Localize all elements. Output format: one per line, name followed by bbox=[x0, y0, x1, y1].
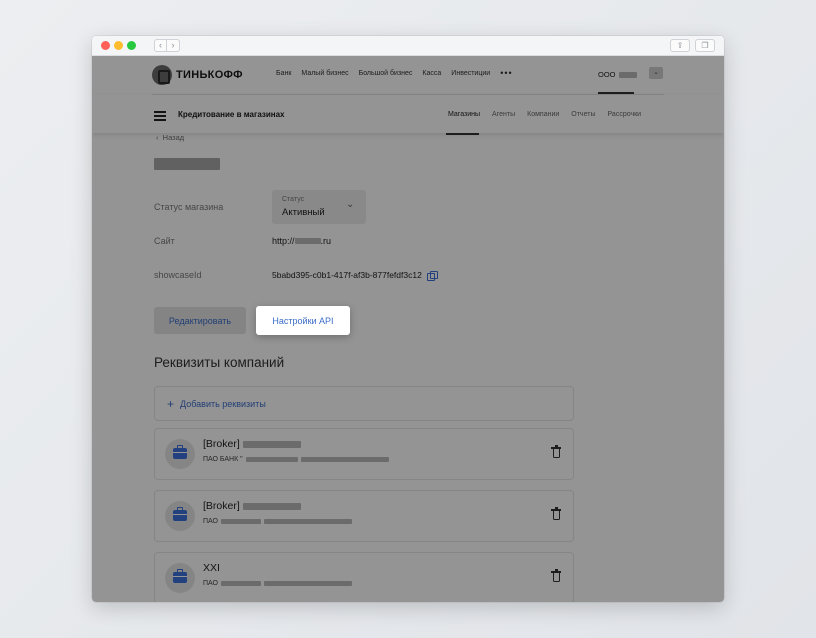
company-avatar bbox=[165, 563, 195, 593]
browser-window: ‹ › ⇪ ❐ ТИНЬКОФФ Банк Малый бизнес Больш… bbox=[92, 36, 724, 602]
company-account-redacted bbox=[264, 519, 352, 524]
web-page: ТИНЬКОФФ Банк Малый бизнес Большой бизне… bbox=[92, 56, 724, 602]
briefcase-icon bbox=[173, 445, 187, 459]
menu-item-big-business[interactable]: Большой бизнес bbox=[359, 70, 413, 78]
tab-companies[interactable]: Компании bbox=[527, 111, 559, 118]
browser-nav: ‹ › bbox=[154, 39, 180, 52]
add-requisites-button[interactable]: + Добавить реквизиты bbox=[154, 386, 574, 421]
browser-back-icon[interactable]: ‹ bbox=[154, 39, 167, 52]
menu-item-investments[interactable]: Инвестиции bbox=[451, 70, 490, 78]
menu-item-kassa[interactable]: Касса bbox=[422, 70, 441, 78]
add-requisites-label: Добавить реквизиты bbox=[180, 398, 266, 409]
main-menu: Банк Малый бизнес Большой бизнес Касса И… bbox=[276, 68, 523, 78]
subnav-tabs: Магазины Агенты Компании Отчеты Рассрочк… bbox=[448, 111, 653, 118]
briefcase-icon bbox=[173, 507, 187, 521]
status-select-label: Статус bbox=[282, 196, 305, 203]
company-card[interactable]: [Broker] ПАО bbox=[154, 490, 574, 542]
company-avatar bbox=[165, 501, 195, 531]
org-prefix: ООО bbox=[598, 70, 616, 79]
org-name-redacted bbox=[618, 71, 637, 78]
menu-item-small-business[interactable]: Малый бизнес bbox=[301, 70, 348, 78]
company-details: ПАО bbox=[203, 580, 352, 587]
tab-reports[interactable]: Отчеты bbox=[571, 111, 595, 118]
user-menu-icon[interactable]: ⌄ bbox=[649, 67, 663, 79]
showcase-id-label: showcaseId bbox=[154, 270, 202, 280]
company-bank-redacted bbox=[245, 457, 298, 462]
site-url-suffix: .ru bbox=[320, 236, 332, 246]
trash-icon[interactable] bbox=[551, 445, 561, 459]
status-label: Статус магазина bbox=[154, 202, 224, 212]
company-details-text: ПАО bbox=[203, 580, 218, 587]
company-name-redacted bbox=[242, 440, 301, 448]
briefcase-icon bbox=[173, 569, 187, 583]
hamburger-menu-icon[interactable] bbox=[154, 111, 166, 121]
product-subnav: Кредитование в магазинах Магазины Агенты… bbox=[92, 95, 724, 135]
company-account-redacted bbox=[264, 581, 352, 586]
maximize-window-button[interactable] bbox=[127, 41, 136, 50]
company-details-text: ПАО БАНК " bbox=[203, 456, 243, 463]
close-window-button[interactable] bbox=[101, 41, 110, 50]
back-link[interactable]: ‹ Назад bbox=[156, 133, 184, 142]
store-name-redacted bbox=[154, 158, 220, 170]
company-details: ПАО БАНК " bbox=[203, 456, 389, 463]
site-url: http:// .ru bbox=[272, 236, 331, 246]
product-title: Кредитование в магазинах bbox=[178, 110, 285, 119]
company-name: [Broker] bbox=[203, 500, 301, 512]
company-name-text: [Broker] bbox=[203, 500, 240, 512]
chevron-left-icon: ‹ bbox=[156, 133, 163, 142]
edit-button[interactable]: Редактировать bbox=[154, 307, 246, 334]
site-label: Сайт bbox=[154, 236, 175, 246]
showcase-id-value: 5babd395-c0b1-417f-af3b-877fefdf3c12 bbox=[272, 270, 422, 280]
company-bank-redacted bbox=[221, 519, 261, 524]
company-card[interactable]: [Broker] ПАО БАНК " bbox=[154, 428, 574, 480]
tabs-overview-icon[interactable]: ❐ bbox=[695, 39, 715, 52]
tab-stores[interactable]: Магазины bbox=[448, 111, 480, 118]
company-name-text: XXI bbox=[203, 562, 220, 574]
company-details-text: ПАО bbox=[203, 518, 218, 525]
company-name-text: [Broker] bbox=[203, 438, 240, 450]
company-card[interactable]: XXI ПАО bbox=[154, 552, 574, 602]
company-name-redacted bbox=[242, 502, 301, 510]
showcase-id: 5babd395-c0b1-417f-af3b-877fefdf3c12 bbox=[272, 270, 438, 281]
status-select[interactable]: Статус Активный ⌄ bbox=[272, 190, 366, 224]
menu-item-bank[interactable]: Банк bbox=[276, 70, 291, 78]
trash-icon[interactable] bbox=[551, 569, 561, 583]
plus-icon: + bbox=[167, 396, 175, 411]
tab-installments[interactable]: Рассрочки bbox=[607, 111, 641, 118]
api-settings-button[interactable]: Настройки API bbox=[256, 306, 350, 335]
browser-forward-icon[interactable]: › bbox=[167, 39, 180, 52]
trash-icon[interactable] bbox=[551, 507, 561, 521]
company-avatar bbox=[165, 439, 195, 469]
store-details: ‹ Назад Статус магазина Статус Активный … bbox=[92, 133, 724, 602]
company-name: XXI bbox=[203, 562, 220, 574]
minimize-window-button[interactable] bbox=[114, 41, 123, 50]
organization-switcher[interactable]: ООО bbox=[598, 70, 637, 79]
company-bank-redacted bbox=[221, 581, 261, 586]
company-name: [Broker] bbox=[203, 438, 301, 450]
company-account-redacted bbox=[300, 457, 389, 462]
logo-text: ТИНЬКОФФ bbox=[176, 69, 243, 81]
chevron-down-icon: ⌄ bbox=[346, 199, 355, 210]
site-url-prefix: http:// bbox=[272, 236, 295, 246]
back-label: Назад bbox=[162, 133, 185, 142]
company-details: ПАО bbox=[203, 518, 352, 525]
copy-icon[interactable] bbox=[426, 270, 438, 281]
more-menu-icon[interactable]: ••• bbox=[500, 68, 512, 78]
top-navigation: ТИНЬКОФФ Банк Малый бизнес Большой бизне… bbox=[92, 56, 724, 95]
requisites-title: Реквизиты компаний bbox=[154, 355, 285, 370]
site-domain-redacted bbox=[294, 238, 321, 244]
status-select-value: Активный bbox=[282, 207, 325, 218]
tinkoff-logo[interactable]: ТИНЬКОФФ bbox=[152, 65, 243, 85]
share-icon[interactable]: ⇪ bbox=[670, 39, 690, 52]
browser-titlebar: ‹ › ⇪ ❐ bbox=[92, 36, 724, 56]
tab-agents[interactable]: Агенты bbox=[492, 111, 515, 118]
tinkoff-emblem-icon bbox=[152, 65, 172, 85]
